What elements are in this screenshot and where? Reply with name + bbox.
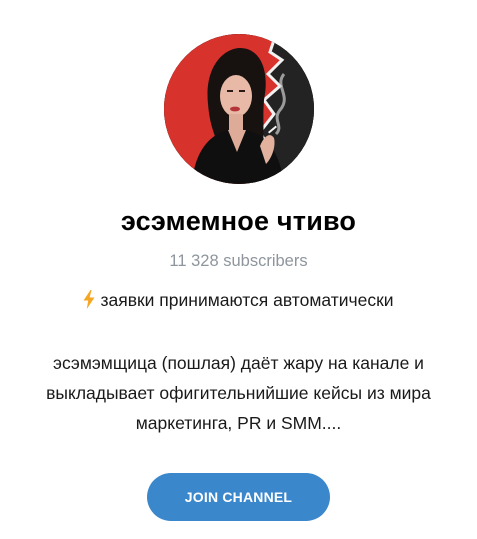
status-text: заявки принимаются автоматически bbox=[100, 290, 394, 310]
description-line: выкладывает офигительнийшие кейсы из мир… bbox=[46, 383, 431, 403]
lightning-bolt-icon bbox=[83, 290, 95, 314]
channel-preview: эсэмемное чтиво 11 328 subscribers заявк… bbox=[0, 0, 477, 539]
subscriber-count: 11 328 subscribers bbox=[169, 252, 308, 270]
description-line: маркетинга, PR и SMM.... bbox=[135, 413, 342, 433]
avatar-photo bbox=[164, 34, 314, 184]
channel-avatar bbox=[164, 34, 314, 184]
channel-title: эсэмемное чтиво bbox=[120, 206, 357, 236]
channel-status: заявки принимаются автоматически bbox=[0, 290, 477, 314]
join-channel-button[interactable]: JOIN CHANNEL bbox=[147, 473, 330, 521]
channel-description: эсэмэмщица (пошлая) даёт жару на канале … bbox=[0, 348, 477, 438]
description-line: эсэмэмщица (пошлая) даёт жару на канале … bbox=[53, 353, 424, 373]
